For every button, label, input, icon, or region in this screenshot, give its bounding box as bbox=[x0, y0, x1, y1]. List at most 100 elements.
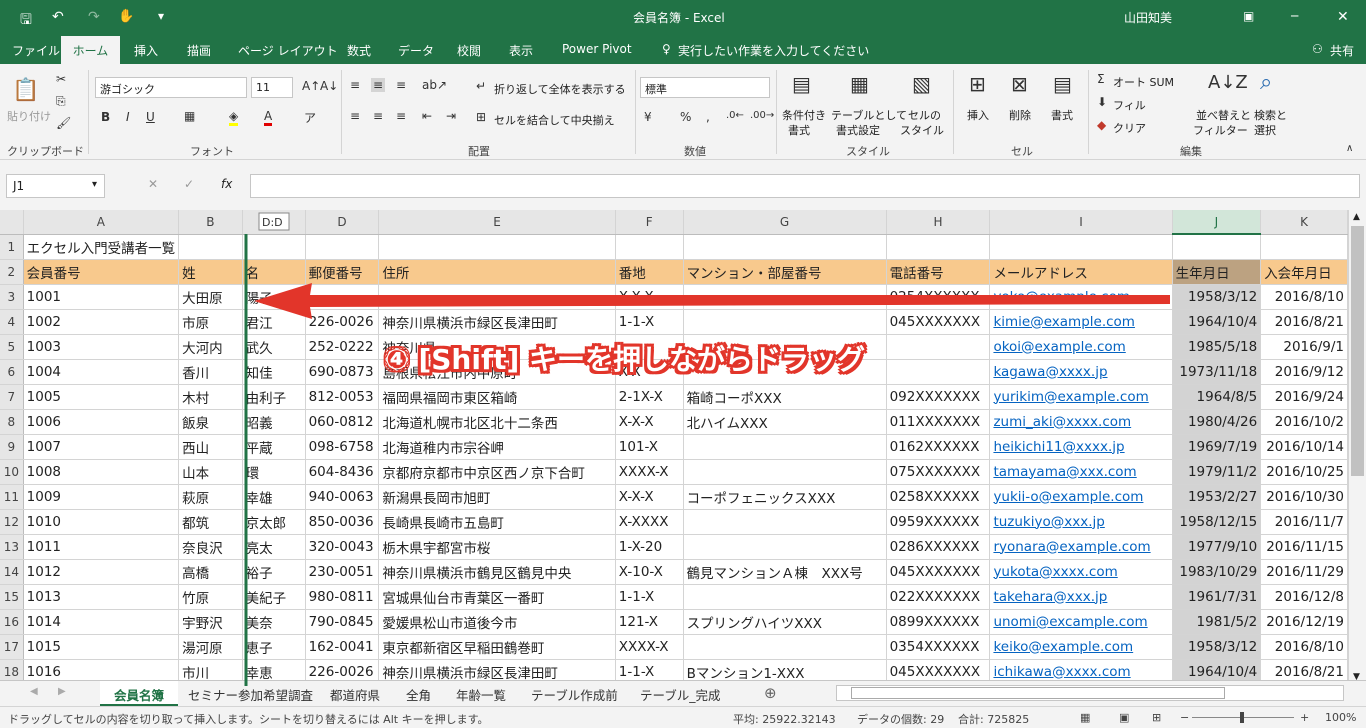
cell[interactable]: 1-X-20 bbox=[615, 534, 684, 560]
cell[interactable]: 都筑 bbox=[178, 509, 243, 535]
cell[interactable]: 940-0063 bbox=[305, 484, 380, 510]
cell[interactable]: 092XXXXXXX bbox=[886, 384, 991, 410]
column-header[interactable]: B bbox=[178, 210, 243, 235]
cell[interactable]: 850-0036 bbox=[305, 509, 380, 535]
cell[interactable]: 君江 bbox=[242, 309, 306, 335]
tab-page-layout[interactable]: ページ レイアウト bbox=[238, 42, 338, 59]
font-size-select[interactable]: 11 bbox=[251, 77, 293, 98]
cell[interactable]: 320-0043 bbox=[305, 534, 380, 560]
cell[interactable]: tuzukiyo@xxx.jp bbox=[989, 509, 1173, 535]
cell[interactable]: 0959XXXXXX bbox=[886, 509, 991, 535]
formula-input[interactable] bbox=[250, 174, 1360, 198]
cell[interactable]: 山本 bbox=[178, 459, 243, 485]
paste-button[interactable]: 貼り付け bbox=[7, 108, 51, 124]
select-all-corner[interactable] bbox=[0, 210, 24, 235]
find-select-button[interactable]: 検索と bbox=[1254, 107, 1287, 123]
sheet-tab-active[interactable]: 会員名簿 bbox=[100, 681, 178, 706]
cell[interactable]: 郵便番号 bbox=[305, 259, 380, 285]
cell[interactable]: 名 bbox=[242, 259, 306, 285]
cell[interactable]: 1964/8/5 bbox=[1172, 384, 1262, 410]
cell[interactable]: 1010 bbox=[23, 509, 180, 535]
cell[interactable]: 2016/10/14 bbox=[1260, 434, 1348, 460]
worksheet-grid[interactable]: A B C D E F G H I J K 1 エクセル入門受講者一覧 2 会員番号姓名郵便番号 住所 番地 マン… bbox=[0, 210, 1348, 686]
number-format-select[interactable]: 標準 bbox=[640, 77, 770, 98]
cell[interactable]: 飯泉 bbox=[178, 409, 243, 435]
align-bottom-icon[interactable]: ≡ bbox=[396, 78, 406, 92]
cell[interactable]: 1011 bbox=[23, 534, 180, 560]
column-header[interactable]: G bbox=[683, 210, 887, 235]
cell[interactable]: 新潟県長岡市旭町 bbox=[378, 484, 616, 510]
cell[interactable]: 2016/12/19 bbox=[1260, 609, 1348, 635]
cell[interactable]: 美奈 bbox=[242, 609, 306, 635]
cell[interactable]: 1977/9/10 bbox=[1172, 534, 1262, 560]
sheet-tab[interactable]: 年齢一覧 bbox=[456, 681, 506, 706]
cell[interactable]: 陽子 bbox=[242, 284, 306, 310]
cell[interactable]: 生年月日 bbox=[1172, 259, 1262, 285]
cell[interactable]: 市原 bbox=[178, 309, 243, 335]
decrease-indent-icon[interactable]: ⇤ bbox=[422, 109, 432, 123]
row-header[interactable]: 6 bbox=[0, 359, 24, 385]
cell[interactable] bbox=[683, 459, 887, 485]
cell[interactable]: 西山 bbox=[178, 434, 243, 460]
sheet-tab[interactable]: テーブル作成前 bbox=[531, 681, 618, 706]
cell[interactable]: 812-0053 bbox=[305, 384, 380, 410]
cell[interactable]: 宇野沢 bbox=[178, 609, 243, 635]
cell[interactable]: 箱崎コーポXXX bbox=[683, 384, 887, 410]
cell[interactable] bbox=[305, 284, 380, 310]
cell[interactable]: 番地 bbox=[615, 259, 684, 285]
cell[interactable]: 2016/11/15 bbox=[1260, 534, 1348, 560]
insert-cells-icon[interactable]: ⊞ bbox=[969, 72, 986, 96]
cell[interactable]: 知佳 bbox=[242, 359, 306, 385]
cut-icon[interactable]: ✂ bbox=[56, 72, 66, 86]
tab-draw[interactable]: 描画 bbox=[187, 42, 211, 59]
cell[interactable] bbox=[683, 234, 887, 260]
clear-button[interactable]: クリア bbox=[1113, 120, 1146, 136]
cell[interactable]: XXXX-X bbox=[615, 459, 684, 485]
cell[interactable]: 奈良沢 bbox=[178, 534, 243, 560]
column-header[interactable]: J bbox=[1172, 210, 1262, 235]
cell[interactable]: 075XXXXXXX bbox=[886, 459, 991, 485]
format-as-table-button[interactable]: テーブルとして bbox=[831, 107, 907, 123]
minimize-icon[interactable]: ─ bbox=[1291, 9, 1298, 23]
cell[interactable]: takehara@xxx.jp bbox=[989, 584, 1173, 610]
cell[interactable]: 美紀子 bbox=[242, 584, 306, 610]
cell[interactable]: 神奈川県横浜市鶴見区鶴見中央 bbox=[378, 559, 616, 585]
align-top-icon[interactable]: ≡ bbox=[350, 78, 360, 92]
cell[interactable]: マンション・部屋番号 bbox=[683, 259, 887, 285]
column-header[interactable]: D bbox=[305, 210, 380, 235]
cell[interactable]: 162-0041 bbox=[305, 634, 380, 660]
cell[interactable] bbox=[615, 234, 684, 260]
cell[interactable]: 121-X bbox=[615, 609, 684, 635]
cell[interactable]: 入会年月日 bbox=[1260, 259, 1348, 285]
cell[interactable]: コーポフェニックスXXX bbox=[683, 484, 887, 510]
tell-me-input[interactable]: 実行したい作業を入力してください bbox=[678, 42, 869, 59]
zoom-level[interactable]: 100% bbox=[1325, 711, 1356, 724]
increase-indent-icon[interactable]: ⇥ bbox=[446, 109, 456, 123]
cell[interactable]: 226-0026 bbox=[305, 309, 380, 335]
cell[interactable]: 大河内 bbox=[178, 334, 243, 360]
column-header[interactable]: I bbox=[989, 210, 1173, 235]
cell[interactable]: 2016/9/12 bbox=[1260, 359, 1348, 385]
cell[interactable]: 1002 bbox=[23, 309, 180, 335]
tab-insert[interactable]: 挿入 bbox=[134, 42, 158, 59]
cell[interactable]: 980-0811 bbox=[305, 584, 380, 610]
sheet-tab[interactable]: 全角 bbox=[406, 681, 431, 706]
cell[interactable]: 1953/2/27 bbox=[1172, 484, 1262, 510]
cell[interactable]: 0254XXXXXX bbox=[886, 284, 991, 310]
cell[interactable]: 1007 bbox=[23, 434, 180, 460]
cell[interactable]: 萩原 bbox=[178, 484, 243, 510]
touch-mode-icon[interactable]: ✋ bbox=[118, 9, 134, 24]
cell[interactable]: 1006 bbox=[23, 409, 180, 435]
cell[interactable]: kagawa@xxxx.jp bbox=[989, 359, 1173, 385]
cell[interactable]: 2016/10/25 bbox=[1260, 459, 1348, 485]
row-header[interactable]: 5 bbox=[0, 334, 24, 360]
row-header[interactable]: 15 bbox=[0, 584, 24, 610]
cell[interactable]: 1013 bbox=[23, 584, 180, 610]
cell[interactable]: heikichi11@xxxx.jp bbox=[989, 434, 1173, 460]
cell[interactable]: keiko@example.com bbox=[989, 634, 1173, 660]
find-select-icon[interactable]: ⌕ bbox=[1260, 70, 1272, 95]
cell[interactable]: 神奈川県横浜市緑区長津田町 bbox=[378, 309, 616, 335]
cell[interactable]: 1005 bbox=[23, 384, 180, 410]
tab-home[interactable]: ホーム bbox=[61, 36, 120, 64]
horizontal-scrollbar[interactable] bbox=[836, 685, 1344, 701]
